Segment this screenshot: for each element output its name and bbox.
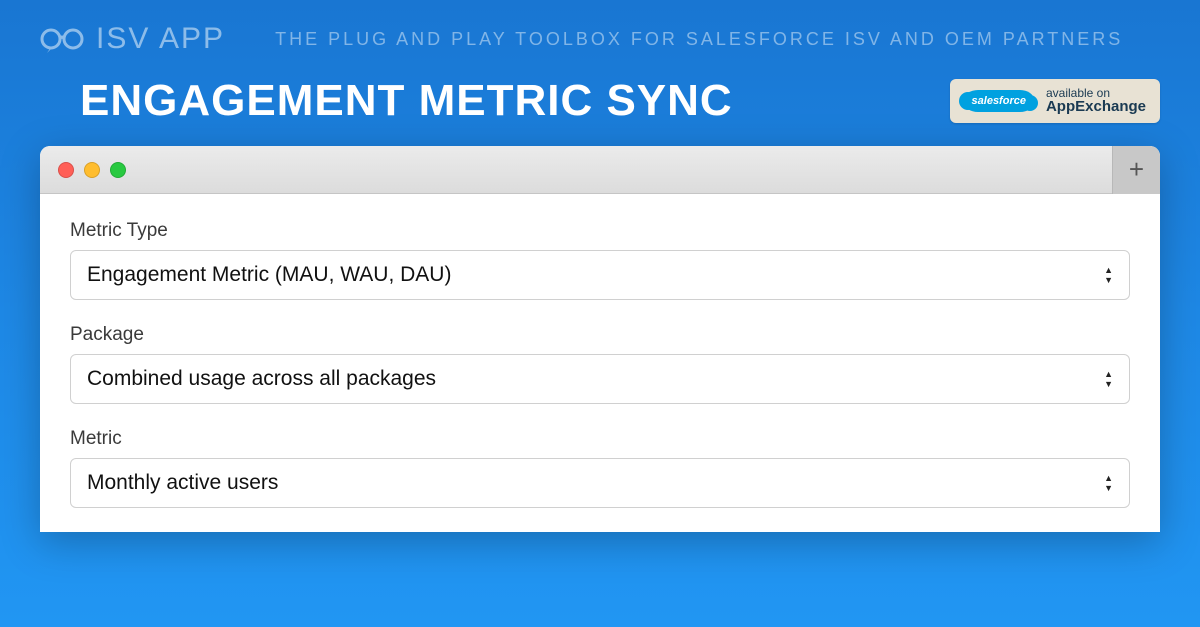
field-metric-type: Metric Type Engagement Metric (MAU, WAU,… [70,220,1130,300]
salesforce-cloud-icon: salesforce [964,90,1034,112]
badge-text: available on AppExchange [1046,87,1146,115]
field-metric: Metric Monthly active users ▲▼ [70,428,1130,508]
stepper-icon: ▲▼ [1104,266,1113,285]
brand-glasses-icon [40,25,84,53]
stepper-icon: ▲▼ [1104,370,1113,389]
form-area: Metric Type Engagement Metric (MAU, WAU,… [40,194,1160,508]
tagline: THE PLUG AND PLAY TOOLBOX FOR SALESFORCE… [275,29,1123,50]
field-package: Package Combined usage across all packag… [70,324,1130,404]
maximize-window-icon[interactable] [110,162,126,178]
metric-type-select[interactable]: Engagement Metric (MAU, WAU, DAU) ▲▼ [70,250,1130,300]
brand-name: ISV aPP [96,22,225,56]
app-window: + Metric Type Engagement Metric (MAU, WA… [40,146,1160,532]
window-titlebar: + [40,146,1160,194]
close-window-icon[interactable] [58,162,74,178]
header: ISV aPP THE PLUG AND PLAY TOOLBOX FOR SA… [0,0,1200,66]
new-tab-button[interactable]: + [1112,146,1160,194]
package-value: Combined usage across all packages [87,367,436,391]
minimize-window-icon[interactable] [84,162,100,178]
traffic-lights [58,162,126,178]
title-row: ENGAGEMENT METRIC SYNC salesforce availa… [0,66,1200,146]
brand-logo: ISV aPP [40,22,225,56]
package-select[interactable]: Combined usage across all packages ▲▼ [70,354,1130,404]
metric-type-label: Metric Type [70,220,1130,242]
package-label: Package [70,324,1130,346]
metric-type-value: Engagement Metric (MAU, WAU, DAU) [87,263,451,287]
metric-label: Metric [70,428,1130,450]
stepper-icon: ▲▼ [1104,474,1113,493]
appexchange-badge[interactable]: salesforce available on AppExchange [950,79,1160,123]
metric-value: Monthly active users [87,471,278,495]
plus-icon: + [1129,154,1144,185]
metric-select[interactable]: Monthly active users ▲▼ [70,458,1130,508]
page-title: ENGAGEMENT METRIC SYNC [80,76,733,126]
